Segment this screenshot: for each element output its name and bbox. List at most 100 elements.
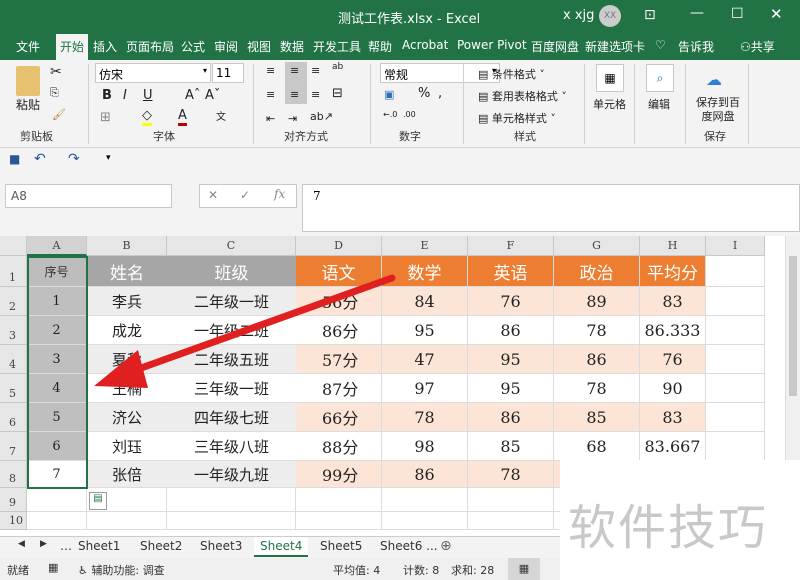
column-header[interactable]: I: [706, 236, 765, 256]
underline-button[interactable]: U: [143, 88, 153, 103]
avatar[interactable]: XX: [599, 5, 621, 27]
table-cell[interactable]: 86.333: [640, 316, 706, 345]
add-sheet-button[interactable]: ⊕: [440, 538, 452, 554]
table-header-cell[interactable]: 姓名: [87, 256, 167, 287]
tab-power-pivot[interactable]: Power Pivot: [457, 38, 527, 52]
tab-help[interactable]: 帮助: [368, 38, 392, 55]
row-header[interactable]: 4: [0, 345, 27, 374]
column-header[interactable]: C: [167, 236, 296, 256]
column-header[interactable]: G: [554, 236, 640, 256]
table-header-cell[interactable]: 政治: [554, 256, 640, 287]
phonetic-icon[interactable]: 文: [216, 108, 226, 123]
empty-cell[interactable]: [27, 512, 87, 530]
table-cell[interactable]: 86: [468, 316, 554, 345]
table-format-button[interactable]: ▤ 套用表格格式 ˅: [478, 88, 567, 104]
table-cell[interactable]: 76: [468, 287, 554, 316]
sheet-tab[interactable]: Sheet2: [140, 539, 182, 553]
table-cell[interactable]: 88分: [296, 432, 382, 461]
redo-icon[interactable]: ↷: [68, 151, 80, 167]
enter-icon[interactable]: ✓: [240, 188, 250, 202]
save-icon[interactable]: ■: [9, 152, 20, 166]
table-cell[interactable]: 78: [382, 403, 468, 432]
sheet-tab[interactable]: Sheet4: [254, 537, 309, 557]
empty-cell[interactable]: [468, 488, 554, 512]
tab-review[interactable]: 审阅: [214, 38, 238, 55]
font-size-select[interactable]: 11: [212, 63, 244, 83]
row-header[interactable]: 1: [0, 256, 27, 287]
column-header[interactable]: B: [87, 236, 167, 256]
table-cell[interactable]: 张倍: [87, 461, 167, 488]
decrease-decimal-icon[interactable]: .00: [403, 110, 416, 119]
table-cell[interactable]: 86: [382, 461, 468, 488]
sheet-tab[interactable]: Sheet1: [78, 539, 120, 553]
tab-formulas[interactable]: 公式: [181, 38, 205, 55]
table-cell[interactable]: 83: [640, 287, 706, 316]
table-header-cell[interactable]: 数学: [382, 256, 468, 287]
table-cell[interactable]: 济公: [87, 403, 167, 432]
orientation-icon[interactable]: ab↗: [310, 110, 333, 123]
table-cell[interactable]: 四年级七班: [167, 403, 296, 432]
align-top-icon[interactable]: ≡: [266, 64, 275, 77]
table-cell[interactable]: 95: [468, 345, 554, 374]
empty-cell[interactable]: [706, 256, 765, 287]
column-header[interactable]: H: [640, 236, 706, 256]
row-header[interactable]: 8: [0, 461, 27, 488]
name-box[interactable]: A8: [5, 184, 172, 208]
row-header[interactable]: 2: [0, 287, 27, 316]
wrap-text-icon[interactable]: ab: [332, 62, 343, 72]
accessibility-status[interactable]: ♿ 辅助功能: 调查: [78, 562, 165, 578]
comma-icon[interactable]: ,: [438, 86, 442, 101]
table-cell[interactable]: 83.667: [640, 432, 706, 461]
table-cell[interactable]: 86: [468, 403, 554, 432]
increase-indent-icon[interactable]: ⇥: [288, 112, 297, 125]
table-cell[interactable]: 1: [27, 287, 87, 316]
tab-acrobat[interactable]: Acrobat: [402, 38, 448, 52]
table-cell[interactable]: 57分: [296, 345, 382, 374]
merge-icon[interactable]: ⊟: [332, 86, 343, 101]
table-cell[interactable]: 2: [27, 316, 87, 345]
decrease-indent-icon[interactable]: ⇤: [266, 112, 275, 125]
table-cell[interactable]: 66分: [296, 403, 382, 432]
sheet-tab[interactable]: Sheet6 ...: [380, 539, 438, 553]
currency-icon[interactable]: ▣: [384, 88, 394, 101]
empty-cell[interactable]: [382, 488, 468, 512]
align-left-icon[interactable]: ≡: [266, 88, 275, 101]
table-cell[interactable]: 李兵: [87, 287, 167, 316]
table-cell[interactable]: 85: [554, 403, 640, 432]
cells-button[interactable]: 单元格: [593, 96, 626, 112]
border-icon[interactable]: ⊞: [100, 110, 111, 125]
tab-file[interactable]: 文件: [16, 38, 40, 55]
font-name-select[interactable]: 仿宋 ▾: [95, 63, 211, 83]
table-cell[interactable]: 89: [554, 287, 640, 316]
table-header-cell[interactable]: 语文: [296, 256, 382, 287]
tab-developer[interactable]: 开发工具: [313, 38, 361, 55]
tab-new[interactable]: 新建选项卡: [585, 38, 645, 55]
table-cell[interactable]: 68: [554, 432, 640, 461]
tell-me[interactable]: 告诉我: [678, 38, 714, 55]
bold-button[interactable]: B: [102, 88, 112, 103]
more-sheets[interactable]: …: [60, 539, 72, 553]
cancel-icon[interactable]: ✕: [208, 188, 218, 202]
sheet-tab[interactable]: Sheet3: [200, 539, 242, 553]
table-cell[interactable]: 97: [382, 374, 468, 403]
empty-cell[interactable]: [87, 512, 167, 530]
align-center-icon[interactable]: ≡: [290, 88, 299, 101]
table-cell[interactable]: 刘珏: [87, 432, 167, 461]
tab-home[interactable]: 开始: [56, 34, 89, 60]
table-cell[interactable]: 95: [468, 374, 554, 403]
italic-button[interactable]: I: [123, 88, 127, 103]
table-cell[interactable]: 三年级一班: [167, 374, 296, 403]
table-cell[interactable]: 78: [554, 374, 640, 403]
table-cell[interactable]: 78: [468, 461, 554, 488]
table-cell[interactable]: 7: [27, 461, 87, 488]
table-cell[interactable]: 二年级一班: [167, 287, 296, 316]
empty-cell[interactable]: [167, 488, 296, 512]
select-all-corner[interactable]: [0, 236, 27, 256]
empty-cell[interactable]: [706, 374, 765, 403]
table-cell[interactable]: 56分: [296, 287, 382, 316]
conditional-format-button[interactable]: ▤ 条件格式 ˅: [478, 66, 545, 82]
tab-page-layout[interactable]: 页面布局: [126, 38, 174, 55]
user-name[interactable]: x xjg: [563, 8, 594, 23]
increase-font-icon[interactable]: Aˆ: [185, 88, 200, 103]
column-header[interactable]: D: [296, 236, 382, 256]
